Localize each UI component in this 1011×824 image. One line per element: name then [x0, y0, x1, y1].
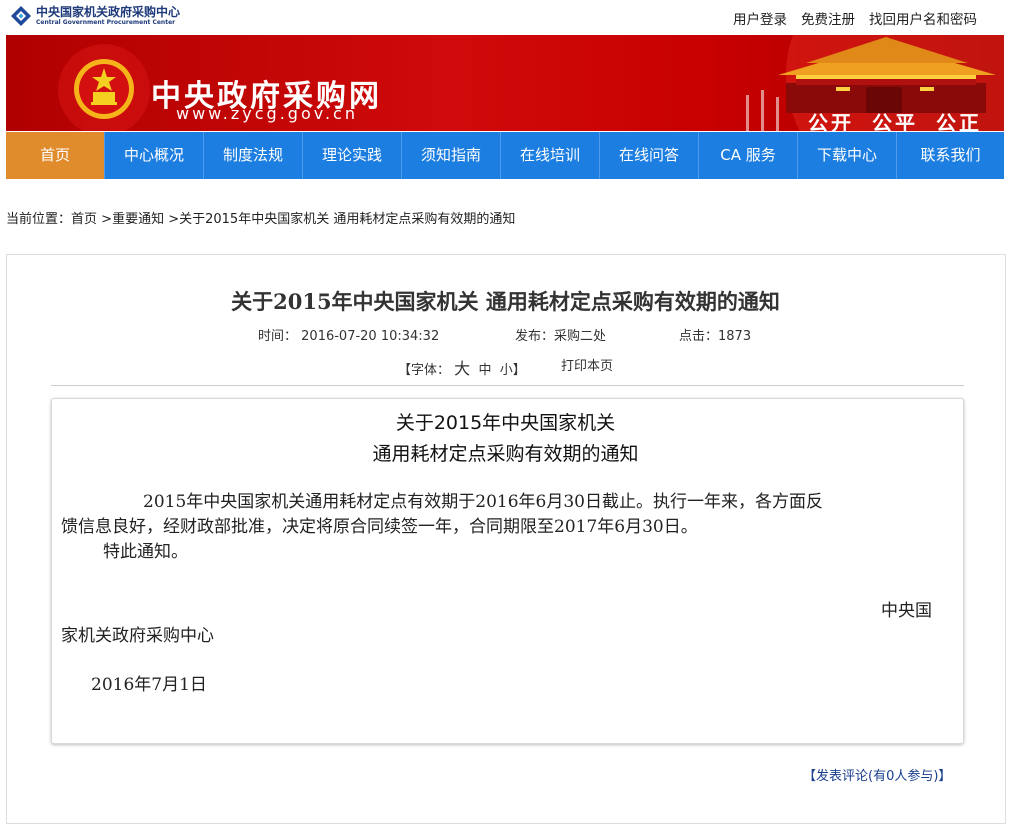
publisher-value: 采购二处: [554, 329, 607, 344]
center-logo[interactable]: 中央国家机关政府采购中心 Central Government Procurem…: [10, 5, 180, 27]
document-title-line1: 关于2015年中央国家机关: [395, 412, 616, 434]
breadcrumb-notices[interactable]: >重要通知: [101, 212, 164, 227]
font-size-close: 】: [512, 363, 526, 378]
font-size-large-button[interactable]: 大: [454, 359, 470, 378]
publish-time-value: 2016-07-20 10:34:32: [301, 329, 440, 344]
national-emblem-icon: [73, 58, 135, 120]
document-title-line2: 通用耗材定点采购有效期的通知: [372, 443, 639, 465]
publisher-label: 发布：: [515, 329, 555, 344]
publish-time-label: 时间：: [258, 329, 298, 344]
nav-item-guide[interactable]: 须知指南: [402, 132, 501, 179]
publisher: 发布：采购二处: [515, 325, 606, 344]
slogan: 公开 公平 公正: [790, 107, 982, 131]
breadcrumb-prefix: 当前位置：: [6, 212, 72, 227]
document-signature-line2: 家机关政府采购中心: [61, 626, 214, 646]
nav-item-theory-practice[interactable]: 理论实践: [303, 132, 402, 179]
slogan-fair: 公平: [872, 111, 918, 131]
recover-account-link[interactable]: 找回用户名和密码: [869, 8, 977, 28]
top-bar: 中央国家机关政府采购中心 Central Government Procurem…: [0, 0, 1011, 34]
divider: [51, 385, 964, 386]
font-size-open: 【字体：: [398, 363, 451, 378]
document-paragraph-line1: 2015年中央国家机关通用耗材定点有效期于2016年6月30日截止。执行一年来，…: [143, 492, 823, 512]
font-size-selector: 【字体： 大 中 小】: [398, 355, 526, 379]
hit-count: 点击：1873: [679, 325, 751, 344]
document-closing: 特此通知。: [103, 542, 188, 562]
breadcrumb-home[interactable]: 首页: [71, 212, 97, 227]
publish-time: 时间： 2016-07-20 10:34:32: [258, 325, 439, 344]
nav-item-online-qa[interactable]: 在线问答: [600, 132, 699, 179]
site-url: www.zycg.gov.cn: [176, 104, 358, 123]
slogan-open: 公开: [808, 111, 854, 131]
center-logo-icon: [10, 5, 32, 27]
font-size-small-button[interactable]: 小: [500, 363, 513, 378]
center-logo-name-cn: 中央国家机关政府采购中心: [36, 5, 181, 19]
breadcrumb-current: >关于2015年中央国家机关 通用耗材定点采购有效期的通知: [168, 212, 516, 227]
nav-item-ca-service[interactable]: CA 服务: [699, 132, 798, 179]
nav-item-downloads[interactable]: 下载中心: [798, 132, 897, 179]
print-page-button[interactable]: 打印本页: [561, 355, 613, 374]
site-banner: 中央政府采购网 www.zycg.gov.cn 公开 公平 公正: [6, 35, 1004, 131]
document-date: 2016年7月1日: [91, 675, 207, 695]
account-links: 用户登录 免费注册 找回用户名和密码: [733, 8, 977, 28]
hit-count-value: 1873: [718, 329, 752, 344]
article-title: 关于2015年中央国家机关 通用耗材定点采购有效期的通知: [231, 289, 780, 314]
document-signature-line1: 中央国: [881, 601, 932, 621]
nav-item-overview[interactable]: 中心概况: [105, 132, 204, 179]
slogan-just: 公正: [936, 111, 982, 131]
nav-item-contact[interactable]: 联系我们: [897, 132, 1004, 179]
hit-count-label: 点击：: [679, 329, 719, 344]
center-logo-name-en: Central Government Procurement Center: [36, 19, 176, 26]
font-size-medium-button[interactable]: 中: [478, 363, 491, 378]
nav-item-online-training[interactable]: 在线培训: [501, 132, 600, 179]
post-comment-link[interactable]: 【发表评论(有0人参与)】: [803, 765, 951, 784]
login-link[interactable]: 用户登录: [733, 8, 787, 28]
document-paragraph-line2: 馈信息良好，经财政部批准，决定将原合同续签一年，合同期限至2017年6月30日。: [61, 517, 698, 537]
nav-item-home[interactable]: 首页: [6, 132, 105, 179]
nav-item-regulations[interactable]: 制度法规: [204, 132, 303, 179]
register-link[interactable]: 免费注册: [801, 8, 855, 28]
main-nav: 首页 中心概况 制度法规 理论实践 须知指南 在线培训 在线问答 CA 服务 下…: [6, 132, 1004, 179]
breadcrumb: 当前位置：首页 >重要通知 >关于2015年中央国家机关 通用耗材定点采购有效期…: [6, 208, 515, 227]
